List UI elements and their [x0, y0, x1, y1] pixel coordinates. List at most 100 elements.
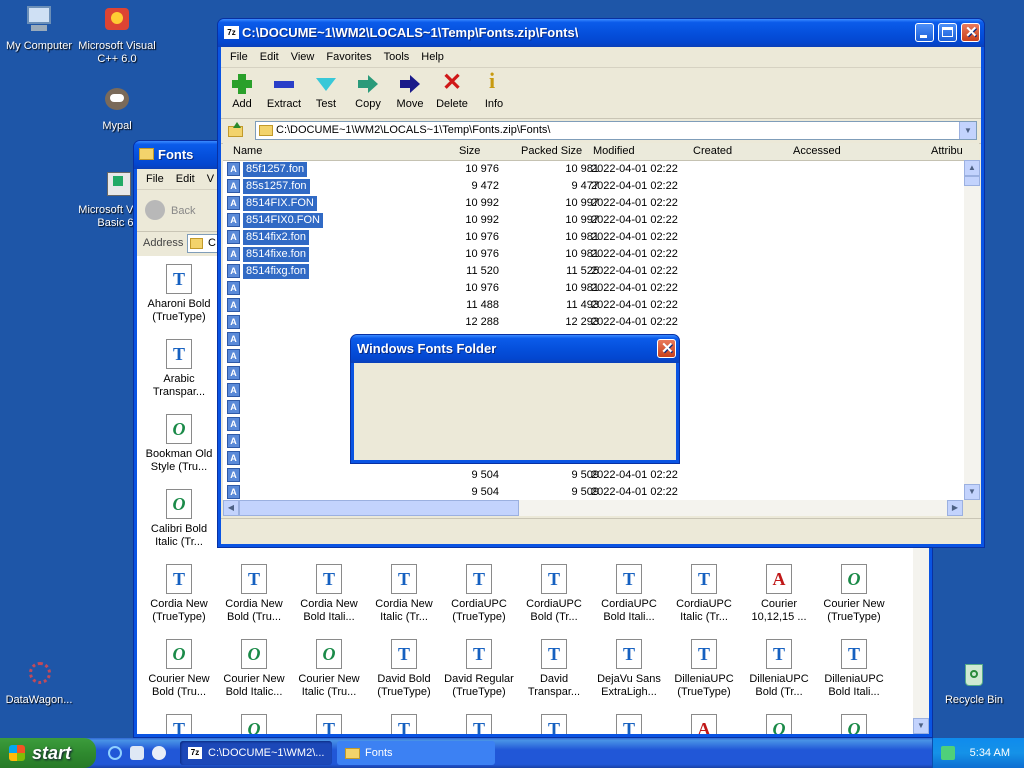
font-file-item[interactable]: O Courier New (TrueType) — [816, 564, 892, 624]
scroll-right-arrow[interactable]: ▶ — [947, 500, 963, 516]
file-row[interactable]: A9 504 9 509 2022-04-01 02:22 — [223, 467, 979, 484]
desktop-icon-recycle-bin[interactable]: Recycle Bin — [929, 658, 1019, 707]
font-file-item[interactable]: T — [591, 714, 667, 734]
minimize-button[interactable] — [915, 23, 934, 42]
delete-button[interactable]: ✕ Delete — [431, 69, 473, 110]
font-file-item[interactable]: T DilleniaUPC Bold (Tr... — [741, 639, 817, 699]
font-file-item[interactable]: T Cordia New (TrueType) — [141, 564, 217, 624]
file-row[interactable]: A 8514FIX.FON 10 992 10 997 2022-04-01 02:22 — [223, 195, 979, 212]
clock[interactable]: 5:34 AM — [970, 747, 1010, 759]
font-file-item[interactable]: A — [666, 714, 742, 734]
column-accessed[interactable]: Accessed — [793, 143, 841, 160]
file-row[interactable]: A 10 976 10 981 2022-04-01 02:22 — [223, 280, 979, 297]
extract-button[interactable]: Extract — [263, 70, 305, 110]
hscroll-thumb[interactable] — [239, 500, 519, 516]
file-row[interactable]: A 8514FIX0.FON 10 992 10 997 2022-04-01 02:2… — [223, 212, 979, 229]
font-file-item[interactable]: T CordiaUPC Italic (Tr... — [666, 564, 742, 624]
info-button[interactable]: i Info — [473, 68, 515, 110]
file-row[interactable]: A9 504 9 509 2022-04-01 02:22 — [223, 484, 979, 500]
font-file-item[interactable]: T — [141, 714, 217, 734]
zip-window[interactable]: 7z C:\DOCUME~1\WM2\LOCALS~1\Temp\Fonts.z… — [217, 18, 985, 548]
font-file-item[interactable]: T DejaVu Sans ExtraLigh... — [591, 639, 667, 699]
font-file-item[interactable]: O — [816, 714, 892, 734]
font-file-item[interactable]: T Cordia New Bold Itali... — [291, 564, 367, 624]
quicklaunch-icon[interactable] — [130, 746, 144, 760]
desktop-icon-mypal[interactable]: Mypal — [72, 84, 162, 133]
scroll-thumb[interactable] — [964, 176, 980, 186]
file-row[interactable]: A 11 488 11 493 2022-04-01 02:22 — [223, 297, 979, 314]
test-button[interactable]: Test — [305, 70, 347, 110]
font-file-item[interactable]: O Courier New Italic (Tru... — [291, 639, 367, 699]
maximize-button[interactable] — [938, 23, 957, 42]
network-icon[interactable] — [941, 746, 955, 760]
font-file-item[interactable]: O — [216, 714, 292, 734]
column-modified[interactable]: Modified — [593, 143, 635, 160]
font-file-item[interactable]: T Cordia New Bold (Tru... — [216, 564, 292, 624]
taskbar-item-fonts[interactable]: Fonts — [337, 741, 495, 765]
file-row[interactable]: A 8514fix2.fon 10 976 10 981 2022-04-01 02:2… — [223, 229, 979, 246]
font-file-item[interactable]: T — [291, 714, 367, 734]
font-file-item[interactable]: O Courier New Bold Italic... — [216, 639, 292, 699]
up-folder-button[interactable] — [227, 122, 245, 140]
file-row[interactable]: A 85s1257.fon 9 472 9 477 2022-04-01 02:22 — [223, 178, 979, 195]
close-button[interactable]: ✕ — [961, 23, 980, 42]
ie-quicklaunch-icon[interactable] — [108, 746, 122, 760]
column-created[interactable]: Created — [693, 143, 732, 160]
file-row[interactable]: A 12 288 12 293 2022-04-01 02:22 — [223, 314, 979, 331]
font-file-item[interactable]: O Bookman Old Style (Tru... — [141, 414, 217, 474]
windows-fonts-folder-dialog[interactable]: Windows Fonts Folder ✕ — [350, 334, 680, 464]
font-file-item[interactable]: T CordiaUPC Bold Itali... — [591, 564, 667, 624]
scroll-down-arrow[interactable]: ▼ — [964, 484, 980, 500]
dialog-close-button[interactable]: ✕ — [657, 339, 676, 358]
font-file-item[interactable]: O — [741, 714, 817, 734]
font-file-item[interactable]: T CordiaUPC (TrueType) — [441, 564, 517, 624]
column-packed-size[interactable]: Packed Size — [521, 143, 582, 160]
column-name[interactable]: Name — [233, 143, 262, 160]
file-row[interactable]: A 8514fixe.fon 10 976 10 981 2022-04-01 02:2… — [223, 246, 979, 263]
font-file-item[interactable]: T — [441, 714, 517, 734]
menu-file[interactable]: File — [224, 51, 254, 63]
font-file-item[interactable]: T Cordia New Italic (Tr... — [366, 564, 442, 624]
zip-address-input[interactable]: C:\DOCUME~1\WM2\LOCALS~1\Temp\Fonts.zip\… — [255, 121, 977, 140]
column-attributes[interactable]: Attribu — [931, 143, 963, 160]
file-list-hscrollbar[interactable]: ◀ ▶ — [223, 500, 963, 516]
copy-button[interactable]: Copy — [347, 70, 389, 110]
font-file-item[interactable]: T — [516, 714, 592, 734]
menu-favorites[interactable]: Favorites — [320, 51, 377, 63]
scroll-down-arrow[interactable]: ▼ — [913, 718, 929, 734]
menu-tools[interactable]: Tools — [378, 51, 416, 63]
scroll-left-arrow[interactable]: ◀ — [223, 500, 239, 516]
font-file-item[interactable]: O Calibri Bold Italic (Tr... — [141, 489, 217, 549]
start-button[interactable]: start — [0, 738, 96, 768]
scroll-up-arrow[interactable]: ▲ — [964, 160, 980, 176]
font-file-item[interactable]: T DilleniaUPC (TrueType) — [666, 639, 742, 699]
column-size[interactable]: Size — [459, 143, 480, 160]
font-file-item[interactable]: T David Bold (TrueType) — [366, 639, 442, 699]
menu-file[interactable]: File — [140, 173, 170, 185]
file-row[interactable]: A 85f1257.fon 10 976 10 981 2022-04-01 02:22 — [223, 161, 979, 178]
desktop-icon-datawagon[interactable]: DataWagon... — [0, 658, 84, 707]
media-player-icon[interactable] — [152, 746, 166, 760]
menu-edit[interactable]: Edit — [170, 173, 201, 185]
menu-view[interactable]: View — [285, 51, 321, 63]
menu-edit[interactable]: Edit — [254, 51, 285, 63]
menu-help[interactable]: Help — [415, 51, 450, 63]
address-dropdown-button[interactable]: ▼ — [959, 122, 976, 139]
font-file-item[interactable]: O Courier New Bold (Tru... — [141, 639, 217, 699]
dialog-titlebar[interactable]: Windows Fonts Folder ✕ — [351, 335, 679, 363]
font-file-item[interactable]: T Arabic Transpar... — [141, 339, 217, 399]
font-file-item[interactable]: T David Regular (TrueType) — [441, 639, 517, 699]
file-list-vscrollbar[interactable]: ▲ ▼ — [964, 160, 980, 500]
font-file-item[interactable]: T DilleniaUPC Bold Itali... — [816, 639, 892, 699]
add-button[interactable]: Add — [221, 70, 263, 110]
font-file-item[interactable]: T — [366, 714, 442, 734]
font-file-item[interactable]: T CordiaUPC Bold (Tr... — [516, 564, 592, 624]
taskbar-item-7zip[interactable]: 7z C:\DOCUME~1\WM2\... — [180, 741, 332, 765]
font-file-item[interactable]: T David Transpar... — [516, 639, 592, 699]
file-row[interactable]: A 8514fixg.fon 11 520 11 525 2022-04-01 02:2… — [223, 263, 979, 280]
font-file-item[interactable]: A Courier 10,12,15 ... — [741, 564, 817, 624]
desktop-icon-msvc[interactable]: Microsoft Visual C++ 6.0 — [72, 4, 162, 66]
back-button[interactable]: Back — [145, 199, 215, 223]
font-file-item[interactable]: T Aharoni Bold (TrueType) — [141, 264, 217, 324]
move-button[interactable]: Move — [389, 70, 431, 110]
